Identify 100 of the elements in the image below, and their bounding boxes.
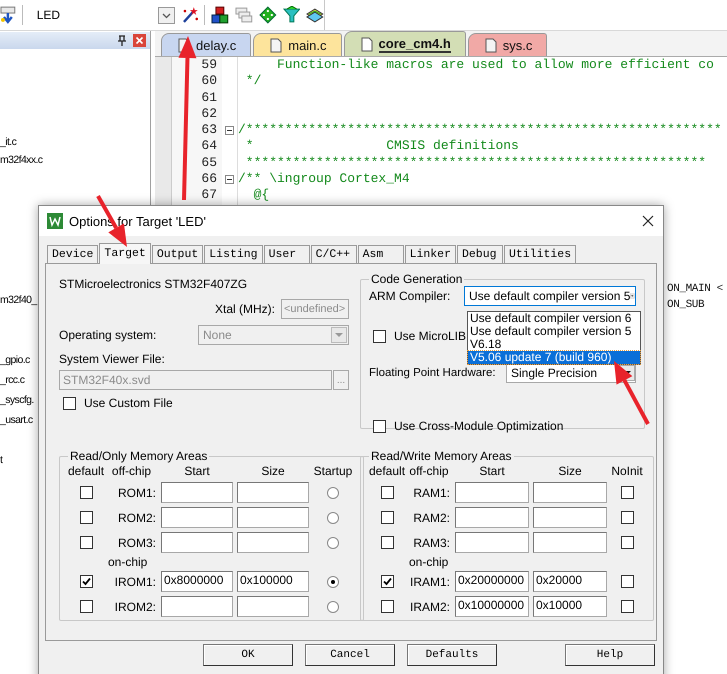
checkbox[interactable] xyxy=(373,330,386,342)
dialog-button[interactable]: Defaults xyxy=(407,644,497,666)
dropdown-option[interactable]: Use default compiler version 5 xyxy=(468,325,640,338)
size-field[interactable]: 0x100000 xyxy=(237,571,309,592)
column-header: Start xyxy=(478,463,506,480)
size-field[interactable] xyxy=(533,532,607,553)
file-item[interactable]: _gpio.c xyxy=(0,354,30,366)
pin-icon[interactable] xyxy=(117,35,127,46)
size-field[interactable] xyxy=(533,482,607,503)
file-item[interactable]: _syscfg. xyxy=(0,394,34,406)
start-address-field[interactable] xyxy=(455,507,529,528)
cubes-icon[interactable] xyxy=(211,6,230,24)
checkbox[interactable] xyxy=(80,486,92,499)
annotation-arrow xyxy=(614,361,650,425)
close-icon[interactable] xyxy=(642,215,654,227)
collapse-icon[interactable] xyxy=(225,174,234,184)
section-label: on-chip xyxy=(409,555,448,569)
device-name: STMicroelectronics STM32F407ZG xyxy=(59,277,248,291)
checkbox[interactable] xyxy=(80,575,92,588)
checkbox[interactable] xyxy=(620,600,634,613)
checkbox[interactable] xyxy=(63,396,76,410)
editor-tab[interactable]: main.c xyxy=(253,33,342,56)
checkbox[interactable] xyxy=(380,575,394,588)
size-field[interactable] xyxy=(237,507,309,528)
checkbox[interactable] xyxy=(380,486,394,499)
checkbox[interactable] xyxy=(80,511,92,524)
file-item[interactable]: _it.c xyxy=(0,136,16,148)
dialog-tab[interactable]: Linker xyxy=(404,245,456,263)
checkbox-label[interactable]: Use Custom File xyxy=(84,396,173,410)
dialog-button[interactable]: OK xyxy=(203,644,293,666)
dialog-tab[interactable]: C/C++ xyxy=(310,245,357,263)
file-item[interactable]: _usart.c xyxy=(0,414,33,426)
download-icon[interactable] xyxy=(0,6,16,24)
dropdown-option[interactable]: V6.18 xyxy=(468,338,640,351)
area-label: RAM2: xyxy=(412,510,451,524)
start-address-field[interactable]: 0x20000000 xyxy=(455,571,529,592)
start-address-field[interactable] xyxy=(161,596,233,617)
dialog-tab[interactable]: User xyxy=(264,245,310,263)
checkbox[interactable] xyxy=(380,536,394,549)
editor-tab[interactable]: delay.c xyxy=(161,33,252,56)
funnel-icon[interactable] xyxy=(282,6,300,24)
dialog-tab[interactable]: Asm xyxy=(358,245,404,263)
dialog-tab[interactable]: Device xyxy=(47,245,98,263)
editor-tab[interactable]: sys.c xyxy=(468,33,548,56)
dialog-button[interactable]: Cancel xyxy=(305,644,395,666)
size-field[interactable] xyxy=(533,507,607,528)
checkbox[interactable] xyxy=(80,536,92,549)
line-number: 66 xyxy=(200,171,218,188)
compiler-dropdown[interactable]: Use default compiler version 5 xyxy=(464,286,636,306)
checkbox[interactable] xyxy=(380,511,394,524)
size-field[interactable] xyxy=(237,596,309,617)
start-address-field[interactable] xyxy=(161,507,233,528)
dialog-tab[interactable]: Output xyxy=(152,245,204,263)
dialog-button[interactable]: Help xyxy=(565,644,655,666)
size-field[interactable]: 0x20000 xyxy=(533,571,607,592)
file-item[interactable]: m32f40_ xyxy=(0,294,37,306)
radio-button[interactable] xyxy=(327,512,339,524)
start-address-field[interactable] xyxy=(455,482,529,503)
stacked-cards-icon[interactable] xyxy=(306,6,324,24)
line-number: 62 xyxy=(200,106,218,122)
file-item[interactable]: m32f4xx.c xyxy=(0,154,42,166)
group-title: Code Generation xyxy=(370,272,464,286)
code-line: ON_MAIN < xyxy=(667,283,723,295)
start-address-field[interactable]: 0x8000000 xyxy=(161,571,233,592)
size-field[interactable] xyxy=(237,482,309,503)
checkbox[interactable] xyxy=(380,600,394,613)
checkbox[interactable] xyxy=(620,511,634,524)
start-address-field[interactable] xyxy=(161,482,233,503)
checkbox[interactable] xyxy=(620,536,634,549)
start-address-field[interactable]: 0x10000000 xyxy=(455,596,529,617)
checkbox-label[interactable]: Use Cross-Module Optimization xyxy=(394,419,564,433)
radio-button[interactable] xyxy=(327,600,339,612)
checkbox[interactable] xyxy=(620,486,634,499)
diamond-icon[interactable] xyxy=(258,6,277,24)
dialog-tab[interactable]: Utilities xyxy=(504,245,576,263)
code-line: * CMSIS definitions xyxy=(244,138,519,154)
file-item[interactable]: t xyxy=(0,454,2,466)
checkbox[interactable] xyxy=(620,575,634,588)
editor-tab[interactable]: core_cm4.h xyxy=(344,31,466,56)
radio-button[interactable] xyxy=(327,536,339,548)
size-field[interactable] xyxy=(237,532,309,553)
magic-wand-icon[interactable] xyxy=(180,6,198,24)
dialog-tab[interactable]: Target xyxy=(99,243,151,264)
collapse-icon[interactable] xyxy=(225,126,234,135)
radio-button[interactable] xyxy=(327,576,339,588)
checkbox[interactable] xyxy=(80,600,92,613)
file-icon xyxy=(484,38,497,52)
stacked-windows-icon[interactable] xyxy=(235,6,253,24)
start-address-field[interactable] xyxy=(455,532,529,553)
file-item[interactable]: _rcc.c xyxy=(0,374,24,386)
checkbox-label[interactable]: Use MicroLIB xyxy=(394,329,466,343)
radio-button[interactable] xyxy=(327,486,339,498)
target-dropdown[interactable]: LED xyxy=(30,6,175,24)
dialog-tab[interactable]: Debug xyxy=(457,245,503,263)
start-address-field[interactable] xyxy=(161,532,233,553)
checkbox[interactable] xyxy=(373,420,386,432)
dialog-tab[interactable]: Listing xyxy=(204,245,263,263)
size-field[interactable]: 0x10000 xyxy=(533,596,607,617)
dropdown-option[interactable]: V5.06 update 7 (build 960) xyxy=(468,351,640,364)
dropdown-option[interactable]: Use default compiler version 6 xyxy=(468,312,640,325)
